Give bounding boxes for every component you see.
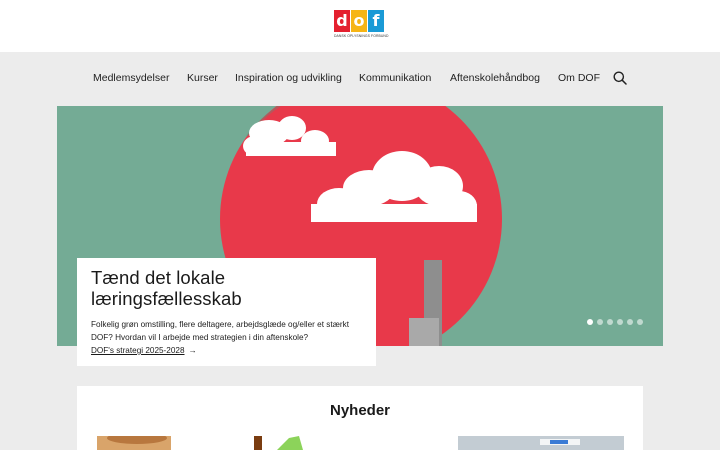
logo-letter-f: f [368, 10, 384, 32]
carousel-dot-2[interactable] [597, 319, 603, 325]
logo-letter-o: o [351, 10, 367, 32]
carousel-dot-1[interactable] [587, 319, 593, 325]
carousel-dots [587, 319, 643, 325]
hero-title: Tænd det lokale læringsfællesskab [91, 267, 242, 309]
nav-item-medlemsydelser[interactable]: Medlemsydelser [93, 72, 169, 84]
search-icon[interactable] [613, 71, 627, 85]
dof-logo[interactable]: d o f DANSK OPLYSNINGS FORBUND [334, 10, 389, 42]
nav-item-om-dof[interactable]: Om DOF [558, 72, 600, 84]
carousel-dot-4[interactable] [617, 319, 623, 325]
grey-block-shape [409, 318, 439, 346]
nav-item-inspiration[interactable]: Inspiration og udvikling [235, 72, 342, 84]
site-header: d o f DANSK OPLYSNINGS FORBUND [0, 0, 720, 52]
nav-item-kommunikation[interactable]: Kommunikation [359, 72, 431, 84]
strategy-link-label: DOF's strategi 2025-2028 [91, 346, 185, 355]
news-title: Nyheder [329, 402, 391, 419]
arrow-right-icon: → [188, 346, 197, 355]
carousel-dot-3[interactable] [607, 319, 613, 325]
hero-text: Folkelig grøn omstilling, flere deltager… [91, 320, 350, 342]
hero-card: Tænd det lokale læringsfællesskab Folkel… [77, 258, 376, 366]
logo-tagline: DANSK OPLYSNINGS FORBUND [334, 34, 389, 38]
logo-letters: d o f [334, 10, 386, 32]
strategy-link[interactable]: DOF's strategi 2025-2028 → [91, 346, 197, 355]
news-section: Nyheder [77, 386, 643, 450]
carousel-dot-6[interactable] [637, 319, 643, 325]
nav-item-aftenskolehaandbog[interactable]: Aftenskolehåndbog [450, 72, 540, 84]
nav-item-kurser[interactable]: Kurser [187, 72, 218, 84]
news-thumbnail-1[interactable] [97, 436, 267, 450]
news-thumbnail-3[interactable] [458, 436, 624, 450]
main-nav: Medlemsydelser Kurser Inspiration og udv… [0, 52, 720, 106]
logo-letter-d: d [334, 10, 350, 32]
news-thumbnail-2[interactable] [277, 436, 307, 450]
carousel-dot-5[interactable] [627, 319, 633, 325]
